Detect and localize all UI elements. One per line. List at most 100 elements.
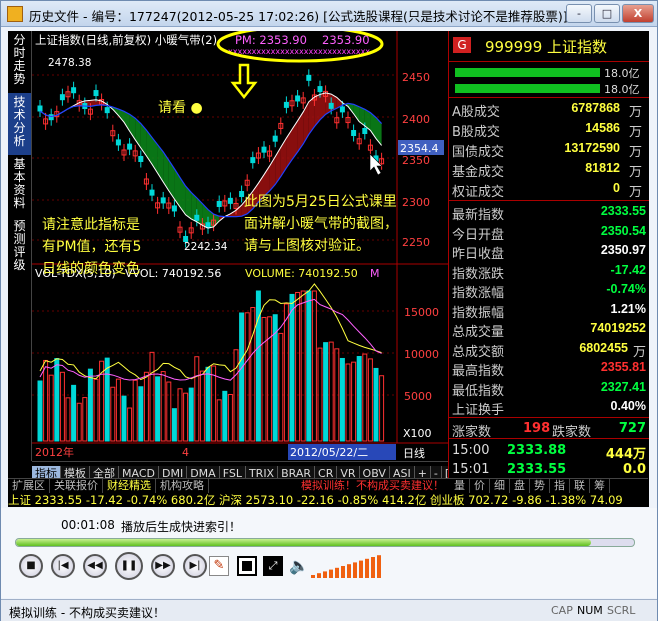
quote-view-tab[interactable]: 价 <box>470 479 490 493</box>
speaker-icon[interactable]: 🔈 <box>289 556 309 575</box>
indicator-tab[interactable]: 指标 <box>32 466 61 478</box>
volume-bar <box>306 290 312 442</box>
band-segment <box>308 97 315 135</box>
maximize-button[interactable]: □ <box>594 4 620 23</box>
candle-body <box>171 205 177 212</box>
volume-level-bar <box>317 573 321 578</box>
tab-technical[interactable]: 技术分析 <box>8 93 32 155</box>
window-icon[interactable] <box>237 556 257 576</box>
indicator-tab[interactable]: BRAR <box>278 466 316 478</box>
ytick-2450: 2450 <box>402 71 430 84</box>
candle-body <box>250 157 256 164</box>
indicator-tab[interactable]: TRIX <box>245 466 279 478</box>
indicator-tab[interactable]: 全部 <box>90 466 119 478</box>
pause-icon[interactable]: ❚❚ <box>115 552 143 580</box>
player-message: 播放后生成快进索引！ <box>121 520 242 534</box>
stop-icon[interactable]: ■ <box>19 554 43 578</box>
rewind-icon[interactable]: ◀◀ <box>83 554 107 578</box>
status-tab[interactable]: 扩展区 <box>8 479 50 493</box>
security-header: 999999 上证指数 <box>485 38 608 56</box>
volume-bar <box>149 351 155 442</box>
quote-view-tab[interactable]: 势 <box>530 479 550 493</box>
candle-body <box>216 200 222 207</box>
pen-icon[interactable]: ✎ <box>209 556 229 576</box>
tick-row: 15:00 2333.88 444万 <box>452 443 646 462</box>
minimize-button[interactable]: - <box>566 4 592 23</box>
status-tab-bar: 扩展区 关联报价 财经精选 机构攻略 模拟训练！不构成买卖建议！ 量价细盘势指联筹 <box>8 478 648 493</box>
quote-view-tab[interactable]: 筹 <box>590 479 610 493</box>
quote-row: 总成交额 6802455 万 <box>452 340 646 360</box>
close-button[interactable]: X <box>622 4 654 23</box>
fullscreen-icon[interactable]: ⤢ <box>263 556 283 576</box>
scrl-indicator: SCRL <box>607 604 636 617</box>
indicator-tab[interactable]: + <box>414 466 431 478</box>
quote-row: 上证换手 0.40% <box>452 399 646 418</box>
candle-body <box>351 130 357 137</box>
volume-bar <box>93 378 99 442</box>
volume-level-icon[interactable] <box>311 554 389 578</box>
status-tab[interactable]: 财经精选 <box>103 479 156 493</box>
volume-bar <box>239 312 245 442</box>
status-tab[interactable]: 关联报价 <box>50 479 103 493</box>
ytick-2250: 2250 <box>402 236 430 249</box>
quote-view-tab[interactable]: 盘 <box>510 479 530 493</box>
progress-track[interactable] <box>15 538 635 547</box>
vol-ytick-15000: 15000 <box>404 306 439 319</box>
candle-body <box>283 101 289 108</box>
volume-bar <box>166 381 172 442</box>
volume-level-bar <box>371 557 375 578</box>
vol-ytick-5000: 5000 <box>404 390 432 403</box>
annotation-right: 此图为5月25日公式课里 面讲解小暖气带的截图， 请与上图核对验证。 <box>244 194 398 254</box>
quote-view-tab[interactable]: 联 <box>570 479 590 493</box>
quote-row: 最高指数 2355.81 <box>452 360 646 379</box>
candle-body <box>239 191 245 198</box>
indicator-tab[interactable]: - <box>430 466 442 478</box>
indicator-tab[interactable]: VR <box>337 466 360 478</box>
quote-view-tab[interactable]: 细 <box>490 479 510 493</box>
volume-bar <box>177 388 183 442</box>
quote-view-tab[interactable]: 量 <box>450 479 470 493</box>
forward-icon[interactable]: ▶▶ <box>151 554 175 578</box>
simulation-notice: 模拟训练！不构成买卖建议！ <box>301 479 444 492</box>
title-bar: 历史文件 - 编号：177247(2012-05-25 17:02:26) [公… <box>1 1 657 27</box>
indicator-tab[interactable]: FSL <box>219 466 246 478</box>
quote-view-tab[interactable]: 指 <box>550 479 570 493</box>
indicator-tab[interactable]: CR <box>315 466 338 478</box>
tab-intraday[interactable]: 分时走势 <box>8 31 32 93</box>
volume-level-bar <box>311 575 315 578</box>
candle-body <box>127 143 133 150</box>
volume-bar <box>362 353 368 442</box>
volume-bar <box>379 375 385 442</box>
volume-bar <box>138 386 144 442</box>
band-segment <box>180 177 186 215</box>
volume-bar <box>328 341 334 442</box>
prev-icon[interactable]: |◀ <box>51 554 75 578</box>
indicator-tab[interactable]: DMA <box>187 466 220 478</box>
candle-body <box>104 107 110 114</box>
volume-bar <box>339 357 345 442</box>
volume-bar <box>87 368 93 442</box>
tab-fundamental[interactable]: 基本资料 <box>8 155 32 217</box>
next-icon[interactable]: ▶| <box>183 554 207 578</box>
volume-level-bar <box>329 569 333 578</box>
tab-rating[interactable]: 预测评级 <box>8 217 32 279</box>
candle-body <box>194 214 200 221</box>
num-indicator: NUM <box>577 604 603 617</box>
indicator-tab[interactable]: MACD <box>119 466 159 478</box>
annotation-look: 请看 ● <box>158 100 203 116</box>
volume-bar <box>54 358 60 442</box>
indicator-tab[interactable]: OBV <box>359 466 390 478</box>
candle-body <box>160 197 166 204</box>
volume-level-bar <box>341 566 345 578</box>
status-text: 模拟训练 - 不构成买卖建议！ <box>9 606 165 620</box>
indicator-tab[interactable]: 模板 <box>61 466 90 478</box>
ytick-2400: 2400 <box>402 113 430 126</box>
indicator-tab[interactable]: ASI <box>389 466 415 478</box>
pm-label: PM: 2353.90 <box>235 33 307 47</box>
quote-row: 基金成交 81812 万 <box>452 161 642 180</box>
progress-fill <box>16 539 591 546</box>
status-tab[interactable]: 机构攻略 <box>156 479 209 493</box>
quote-panel: G 999999 上证指数 18.0亿 18.0亿 A股成交 6787868 万 B股… <box>448 31 649 507</box>
volume-bar <box>199 370 205 442</box>
indicator-tab[interactable]: DMI <box>158 466 188 478</box>
